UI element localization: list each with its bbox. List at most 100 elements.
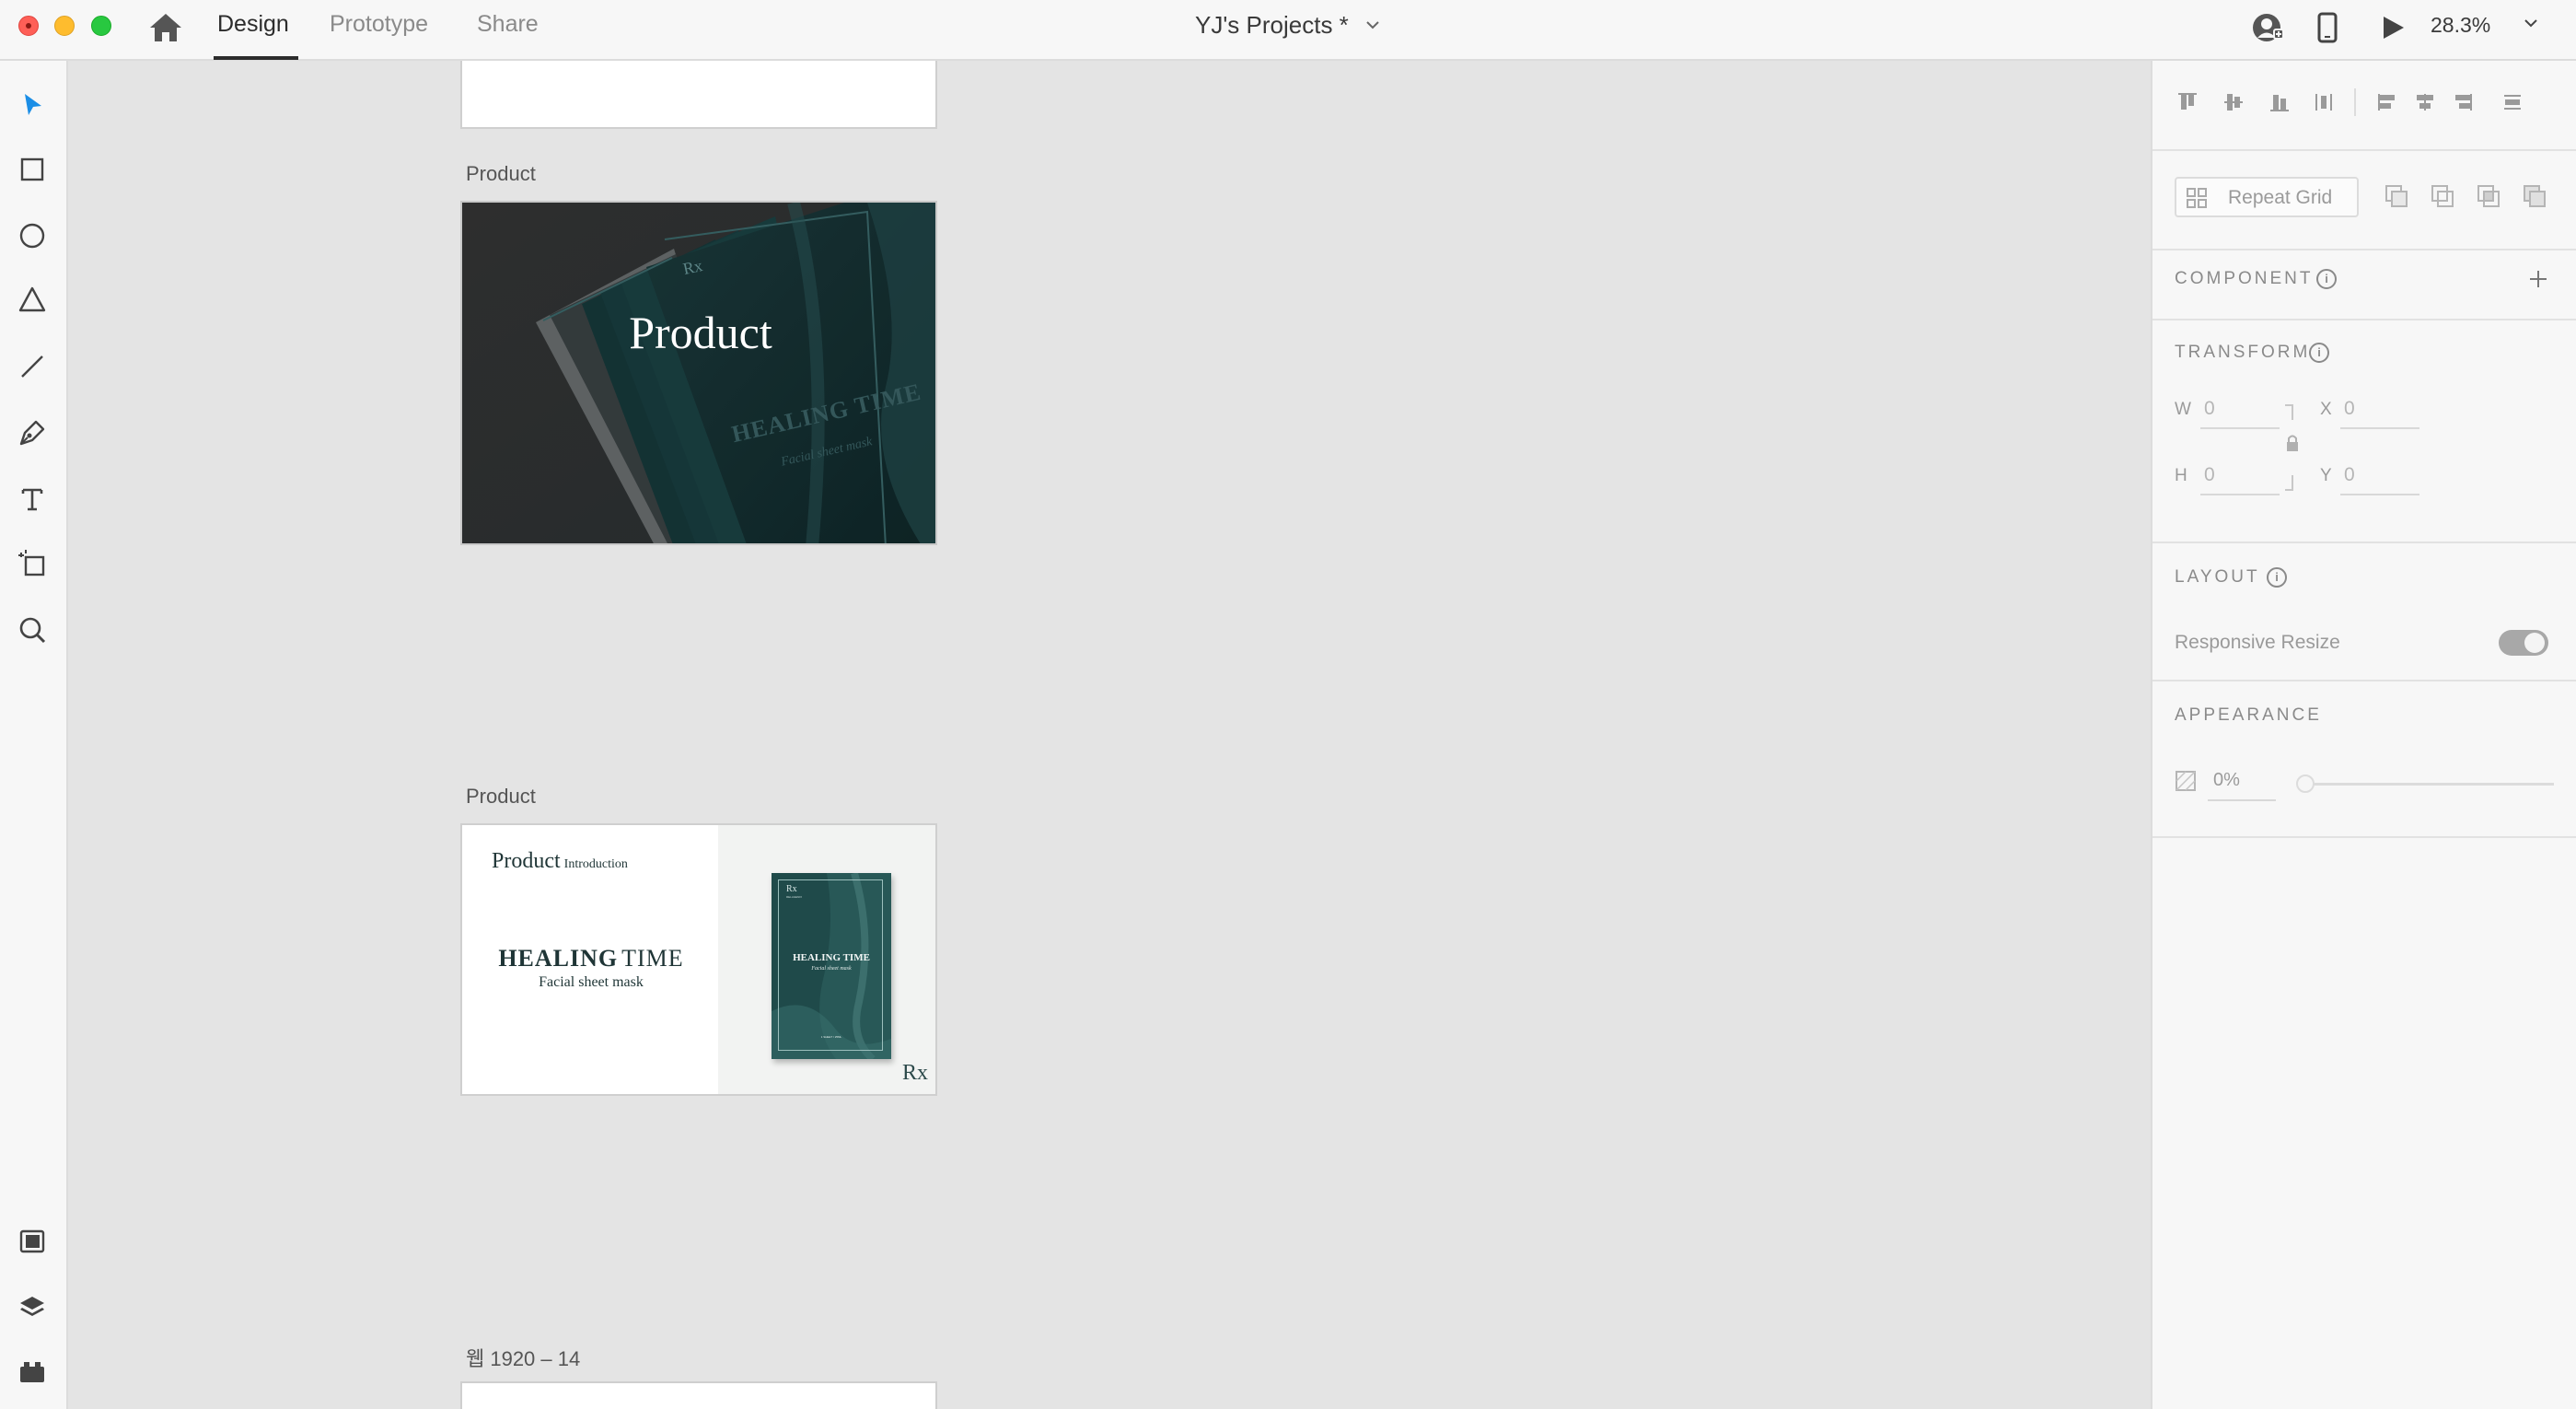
artboard-label-web[interactable]: 웹 1920 – 14 <box>466 1343 580 1372</box>
align-left-icon <box>2378 94 2395 111</box>
intro-heading-small: Introduction <box>563 857 628 871</box>
width-value[interactable]: 0 <box>2204 398 2215 420</box>
active-tab-indicator <box>214 56 298 60</box>
share-user-icon[interactable] <box>2250 9 2287 46</box>
rx-logo: Rx <box>902 1061 929 1085</box>
layout-info-icon[interactable]: i <box>2267 567 2287 588</box>
repeat-grid-button[interactable]: Repeat Grid <box>2175 177 2359 217</box>
property-inspector: Repeat Grid COMPONENT i TRANSFORM i W 0 … <box>2151 61 2576 1409</box>
y-value[interactable]: 0 <box>2344 464 2355 486</box>
package-footer: 1 SHEET / 25ML <box>820 1035 842 1039</box>
tab-prototype[interactable]: Prototype <box>330 11 428 38</box>
close-window-button[interactable] <box>18 16 39 36</box>
ellipse-icon[interactable] <box>14 217 51 254</box>
responsive-resize-label: Responsive Resize <box>2175 632 2340 653</box>
layout-section-title: LAYOUT <box>2175 567 2260 587</box>
transform-info-icon[interactable]: i <box>2309 343 2329 363</box>
package-subtitle: Facial sheet mask <box>811 966 852 972</box>
package-frame <box>778 879 883 1051</box>
left-toolbar <box>0 61 68 1409</box>
align-middle-icon <box>2224 94 2243 111</box>
tab-design[interactable]: Design <box>217 11 289 38</box>
package-brand: Rx <box>786 884 797 894</box>
package-title: HEALING TIME <box>793 952 870 963</box>
appearance-section-title: APPEARANCE <box>2175 705 2322 725</box>
height-value[interactable]: 0 <box>2204 464 2215 486</box>
opacity-slider-track[interactable] <box>2300 783 2554 786</box>
zoom-level[interactable]: 28.3% <box>2431 13 2490 38</box>
repeat-grid-label: Repeat Grid <box>2228 187 2333 208</box>
product-name-light: TIME <box>621 945 684 972</box>
home-icon[interactable] <box>147 11 184 44</box>
distribute-horizontal-icon <box>2504 95 2521 110</box>
maximize-window-button[interactable] <box>91 16 111 36</box>
minimize-window-button[interactable] <box>54 16 75 36</box>
align-bottom-icon <box>2270 95 2289 111</box>
select-icon[interactable] <box>14 87 51 123</box>
layers-icon[interactable] <box>14 1289 51 1326</box>
close-dot-icon <box>26 23 31 29</box>
intro-heading: Product Introduction <box>492 849 628 874</box>
package-brand-sub: RELAGENIX <box>786 895 803 899</box>
component-info-icon[interactable]: i <box>2316 269 2337 289</box>
play-preview-icon[interactable] <box>2373 9 2410 46</box>
product-name: HEALING TIME <box>462 945 720 972</box>
boolean-intersect-icon <box>2477 185 2500 207</box>
assets-icon[interactable] <box>14 1223 51 1260</box>
repeat-grid-icon <box>2187 188 2207 208</box>
zoom-chevron-down-icon[interactable] <box>2523 17 2539 29</box>
intro-heading-main: Product <box>492 849 561 873</box>
product-name-bold: HEALING <box>498 945 619 972</box>
artboard-label[interactable]: Product <box>466 785 536 809</box>
width-field-underline <box>2200 427 2280 429</box>
top-bar: Design Prototype Share YJ's Projects * 2… <box>0 0 2576 61</box>
tab-share[interactable]: Share <box>477 11 539 38</box>
document-title[interactable]: YJ's Projects * <box>1195 11 1349 40</box>
product-subtitle: Facial sheet mask <box>539 974 644 990</box>
boolean-ops <box>2385 185 2546 207</box>
zoom-icon[interactable] <box>14 611 51 648</box>
align-top-icon <box>2178 93 2197 110</box>
device-preview-icon[interactable] <box>2309 9 2346 46</box>
artboard-label-text: 웹 1920 – 14 <box>466 1347 581 1370</box>
pen-icon[interactable] <box>14 414 51 451</box>
height-label: H <box>2175 466 2187 485</box>
text-icon[interactable] <box>14 481 51 518</box>
component-section-title: COMPONENT <box>2175 269 2314 288</box>
design-canvas[interactable]: Product Rx HEALING TIME Facial sheet mas… <box>68 61 2151 1409</box>
hero-background-image <box>462 203 935 543</box>
responsive-resize-toggle[interactable] <box>2499 630 2548 656</box>
add-component-icon[interactable] <box>2526 267 2550 291</box>
artboard-product-hero[interactable]: Rx HEALING TIME Facial sheet mask Produc… <box>460 201 937 545</box>
x-field-underline <box>2340 427 2419 429</box>
artboard-label[interactable]: Product <box>466 162 536 186</box>
boolean-add-icon <box>2385 185 2408 207</box>
box-brand: Rx <box>681 256 704 278</box>
artboard-top[interactable] <box>460 61 937 129</box>
opacity-slider-handle[interactable] <box>2296 774 2315 793</box>
y-field-underline <box>2340 494 2419 495</box>
x-label: X <box>2320 400 2332 419</box>
width-label: W <box>2175 400 2191 419</box>
chevron-down-icon[interactable] <box>1364 18 1381 31</box>
lock-aspect-icon[interactable] <box>2281 402 2303 494</box>
plugins-icon[interactable] <box>14 1354 51 1391</box>
toggle-knob <box>2524 633 2545 653</box>
polygon-icon[interactable] <box>14 282 51 319</box>
artboard-web-1920-14[interactable] <box>460 1381 937 1409</box>
artboard-icon[interactable] <box>14 545 51 582</box>
alignment-toolbar <box>2178 88 2521 116</box>
rectangle-icon[interactable] <box>14 151 51 188</box>
artboard-product-introduction[interactable]: Product Introduction HEALING TIME Facial… <box>460 823 937 1096</box>
align-center-icon <box>2417 94 2433 111</box>
opacity-field-underline <box>2208 799 2276 801</box>
boolean-exclude-icon <box>2524 185 2546 207</box>
opacity-icon <box>2176 771 2196 791</box>
hero-title: Product <box>629 307 772 358</box>
x-value[interactable]: 0 <box>2344 398 2355 420</box>
line-icon[interactable] <box>14 348 51 385</box>
align-right-icon <box>2455 94 2472 111</box>
opacity-value[interactable]: 0% <box>2213 770 2240 791</box>
package-image: Rx RELAGENIX HEALING TIME Facial sheet m… <box>772 873 891 1059</box>
distribute-vertical-icon <box>2315 94 2332 111</box>
